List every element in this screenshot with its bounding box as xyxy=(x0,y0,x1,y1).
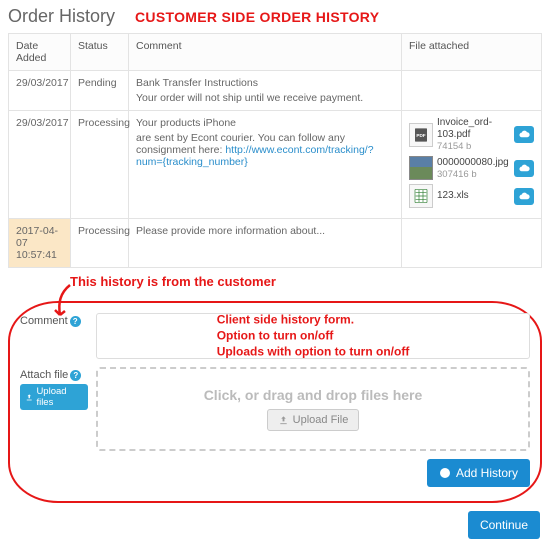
upload-icon xyxy=(278,415,289,426)
comment-textarea[interactable]: Client side history form. Option to turn… xyxy=(96,313,530,359)
attach-file-label: Attach file xyxy=(20,369,68,381)
col-date: Date Added xyxy=(9,34,71,71)
img-icon xyxy=(409,156,433,180)
table-row: 29/03/2017ProcessingYour products iPhone… xyxy=(9,111,542,219)
download-button[interactable] xyxy=(514,160,534,177)
cell-comment: Please provide more information about... xyxy=(129,219,402,268)
annotation-customer-history: This history is from the customer xyxy=(8,268,542,291)
download-button[interactable] xyxy=(514,126,534,143)
file-name: 123.xls xyxy=(437,190,510,202)
plus-icon xyxy=(439,467,451,479)
annotation-form-overlay: Client side history form. Option to turn… xyxy=(217,313,410,360)
cell-date: 29/03/2017 xyxy=(9,111,71,219)
cell-comment: Bank Transfer InstructionsYour order wil… xyxy=(129,71,402,111)
annotation-title: CUSTOMER SIDE ORDER HISTORY xyxy=(135,9,379,25)
pdf-icon: PDF xyxy=(409,123,433,147)
file-name: Invoice_ord-103.pdf xyxy=(437,117,510,141)
cell-date: 29/03/2017 xyxy=(9,71,71,111)
file-item: PDF Invoice_ord-103.pdf74154 b xyxy=(409,117,534,152)
page-title: Order History xyxy=(8,6,115,27)
table-row: 29/03/2017PendingBank Transfer Instructi… xyxy=(9,71,542,111)
help-icon[interactable]: ? xyxy=(70,316,81,327)
upload-file-button[interactable]: Upload File xyxy=(267,409,360,431)
tracking-link[interactable]: http://www.econt.com/tracking/?num={trac… xyxy=(136,144,374,168)
cell-status: Pending xyxy=(71,71,129,111)
file-dropzone[interactable]: Click, or drag and drop files here Uploa… xyxy=(96,367,530,451)
order-history-table: Date Added Status Comment File attached … xyxy=(8,33,542,268)
continue-button[interactable]: Continue xyxy=(468,511,540,539)
cell-date: 2017-04-07 10:57:41 xyxy=(9,219,71,268)
upload-files-button[interactable]: Upload files xyxy=(20,384,88,410)
history-form-panel: Comment ? Client side history form. Opti… xyxy=(8,301,542,503)
table-header-row: Date Added Status Comment File attached xyxy=(9,34,542,71)
file-item: 0000000080.jpg307416 b xyxy=(409,156,534,180)
file-size: 74154 b xyxy=(437,141,510,152)
add-history-button[interactable]: Add History xyxy=(427,459,530,487)
cell-status: Processing xyxy=(71,219,129,268)
table-row: 2017-04-07 10:57:41ProcessingPlease prov… xyxy=(9,219,542,268)
xls-icon xyxy=(409,184,433,208)
cell-files xyxy=(402,219,542,268)
cell-files: PDF Invoice_ord-103.pdf74154 b 0000000080.… xyxy=(402,111,542,219)
col-file: File attached xyxy=(402,34,542,71)
upload-icon xyxy=(25,393,33,402)
help-icon[interactable]: ? xyxy=(70,370,81,381)
file-size: 307416 b xyxy=(437,169,510,180)
file-item: 123.xls xyxy=(409,184,534,208)
download-button[interactable] xyxy=(514,188,534,205)
comment-label: Comment ? xyxy=(20,313,88,327)
svg-text:PDF: PDF xyxy=(416,133,425,138)
file-name: 0000000080.jpg xyxy=(437,157,510,169)
cell-status: Processing xyxy=(71,111,129,219)
cell-files xyxy=(402,71,542,111)
col-comment: Comment xyxy=(129,34,402,71)
col-status: Status xyxy=(71,34,129,71)
dropzone-text: Click, or drag and drop files here xyxy=(204,387,423,403)
cell-comment: Your products iPhoneare sent by Econt co… xyxy=(129,111,402,219)
